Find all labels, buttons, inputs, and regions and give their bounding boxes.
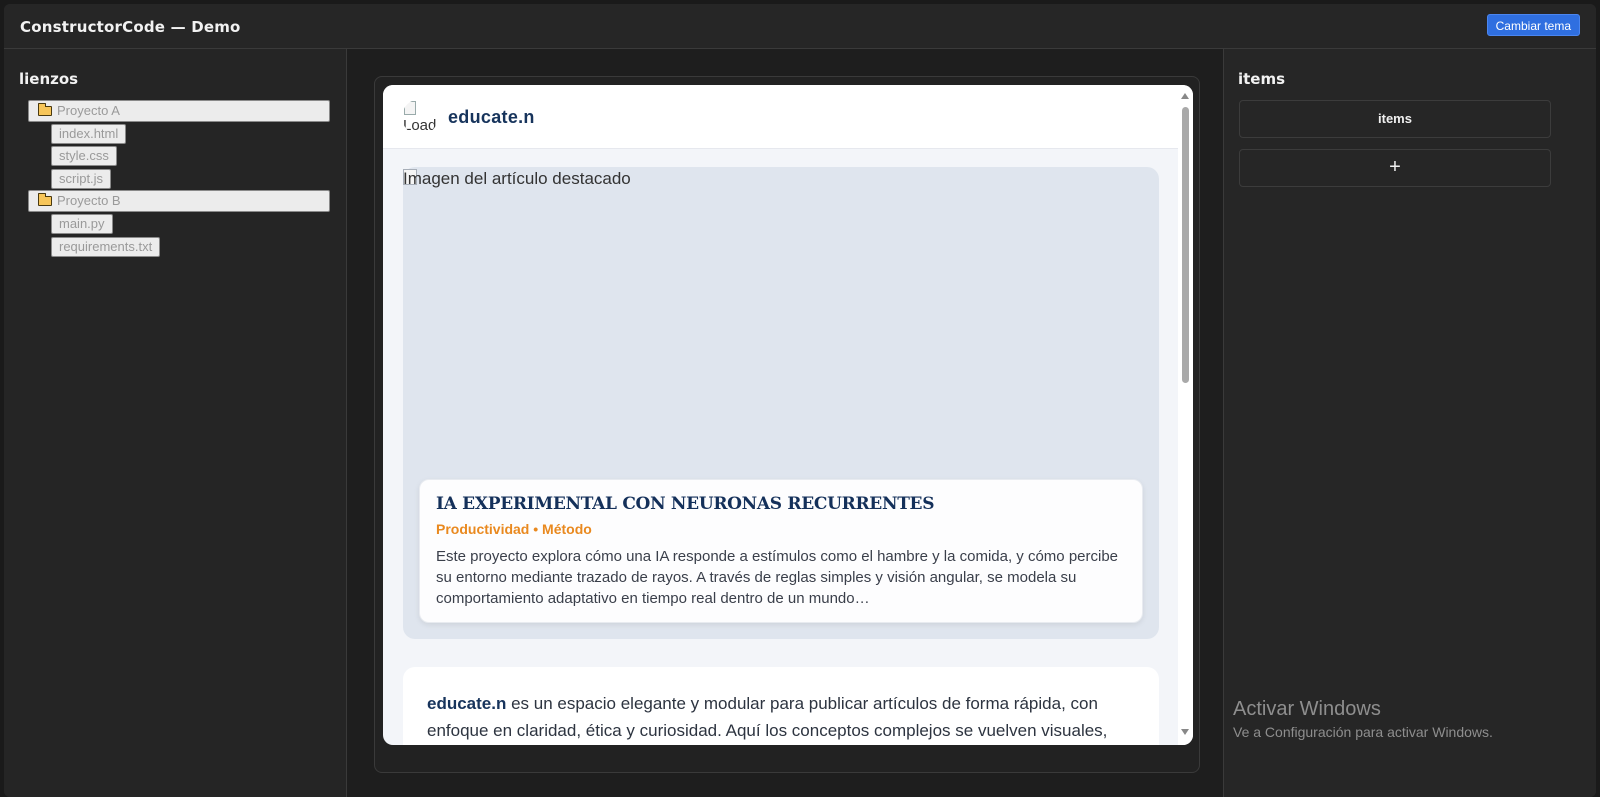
scroll-thumb[interactable] <box>1182 107 1189 383</box>
folder-proyecto-b[interactable]: Proyecto B <box>28 190 330 212</box>
file-script-js[interactable]: script.js <box>51 169 112 189</box>
top-bar: ConstructorCode — Demo Cambiar tema <box>4 4 1596 49</box>
preview-scrollbar[interactable] <box>1178 85 1193 745</box>
broken-image-icon <box>404 101 416 115</box>
canvases-panel: lienzos Proyecto A index.html style.css … <box>4 49 347 797</box>
about-description: es un espacio elegante y modular para pu… <box>427 694 1108 740</box>
article-excerpt: Este proyecto explora cómo una IA respon… <box>436 548 1119 607</box>
plus-icon: + <box>1389 156 1401 178</box>
canvas-area: Load educate.n Imagen del artículo desta… <box>347 49 1223 797</box>
about-text: educate.n es un espacio elegante y modul… <box>427 691 1147 744</box>
items-title: items <box>1238 70 1286 88</box>
file-main-py[interactable]: main.py <box>51 214 113 234</box>
article-tags: Productividad • Método <box>436 521 592 537</box>
about-brand: educate.n <box>427 694 507 713</box>
file-index-html[interactable]: index.html <box>51 124 127 144</box>
folder-label: Proyecto B <box>57 193 121 208</box>
preview-frame: Load educate.n Imagen del artículo desta… <box>374 76 1200 773</box>
file-requirements-txt[interactable]: requirements.txt <box>51 237 161 257</box>
items-panel: items items + <box>1223 49 1596 797</box>
about-section: educate.n es un espacio elegante y modul… <box>403 667 1159 745</box>
watermark-title: Activar Windows <box>1233 698 1381 720</box>
watermark-subtitle: Ve a Configuración para activar Windows. <box>1233 724 1493 740</box>
add-item-button[interactable]: + <box>1239 149 1551 187</box>
change-theme-button[interactable]: Cambiar tema <box>1486 14 1580 36</box>
folder-label: Proyecto A <box>57 103 120 118</box>
featured-image-alt: Imagen del artículo destacado <box>403 169 631 188</box>
canvases-title: lienzos <box>19 70 79 88</box>
file-style-css[interactable]: style.css <box>51 146 117 166</box>
featured-article[interactable]: Imagen del artículo destacado IA EXPERIM… <box>403 167 1159 639</box>
folder-proyecto-a[interactable]: Proyecto A <box>28 100 330 122</box>
app-window: ConstructorCode — Demo Cambiar tema lien… <box>4 4 1596 797</box>
logo-image: Load <box>402 99 438 135</box>
app-title: ConstructorCode — Demo <box>20 18 241 36</box>
article-card[interactable]: IA EXPERIMENTAL CON NEURONAS RECURRENTES… <box>419 479 1143 623</box>
article-title: IA EXPERIMENTAL CON NEURONAS RECURRENTES <box>436 494 935 514</box>
brand-name[interactable]: educate.n <box>448 107 535 128</box>
folder-icon <box>38 103 52 116</box>
windows-activation-watermark: Activar Windows Ve a Configuración para … <box>1233 698 1493 740</box>
scroll-down-arrow-icon[interactable] <box>1181 729 1189 735</box>
preview-header: Load educate.n <box>383 85 1178 149</box>
page-preview[interactable]: Load educate.n Imagen del artículo desta… <box>383 85 1193 745</box>
logo-alt-text: Load <box>403 117 437 134</box>
scroll-up-arrow-icon[interactable] <box>1181 93 1189 99</box>
items-button[interactable]: items <box>1239 100 1551 138</box>
folder-icon <box>38 193 52 206</box>
